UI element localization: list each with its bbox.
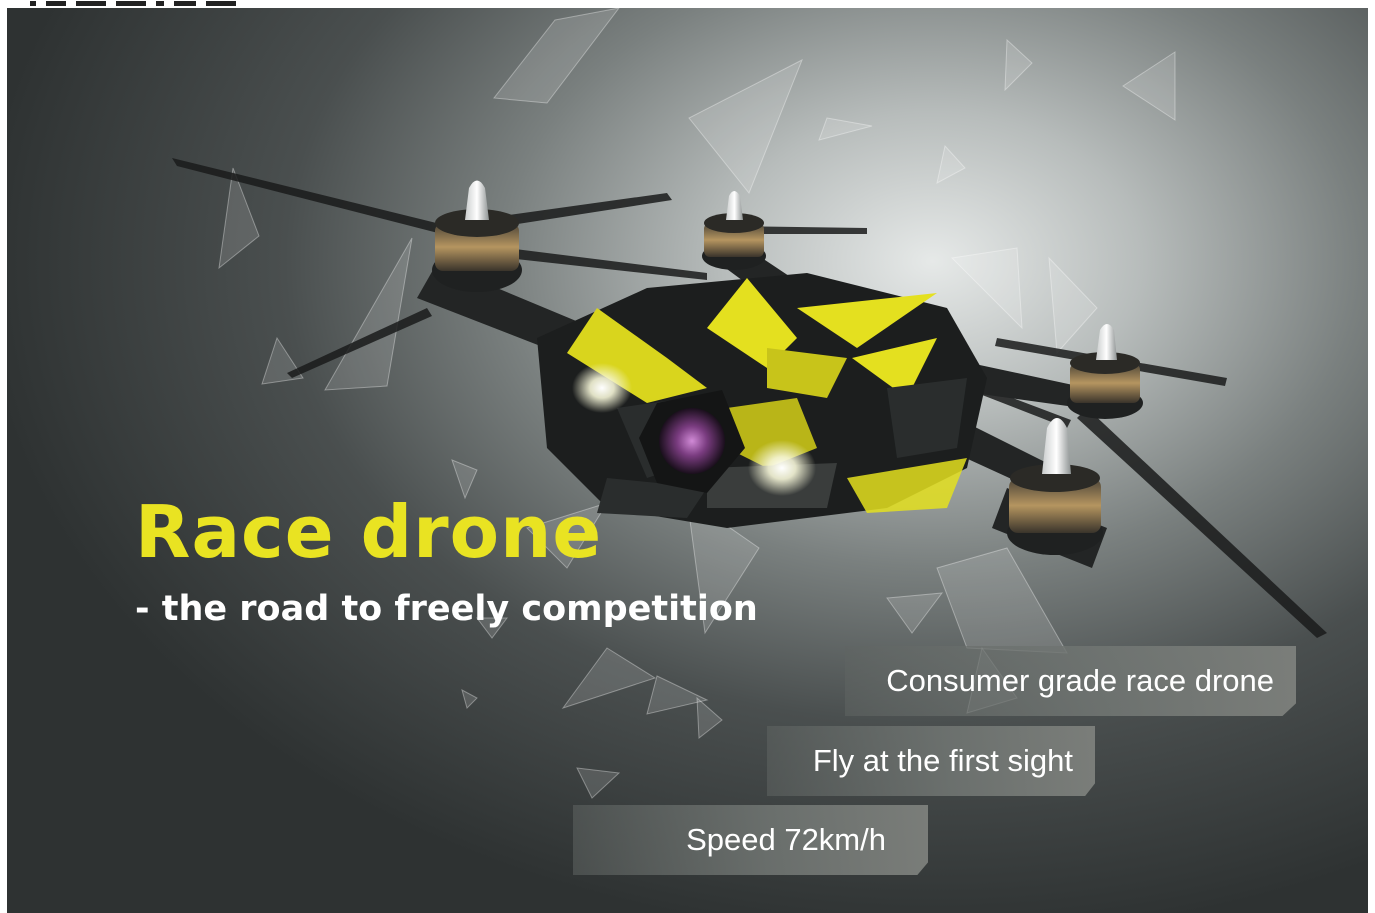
camera-lens-icon: [659, 408, 725, 474]
drone-body: [537, 273, 987, 528]
motor-back-right: [1067, 324, 1143, 419]
motor-front-right: [1007, 418, 1103, 555]
motor-front-left: [432, 180, 522, 292]
drone-banner: Race drone - the road to freely competit…: [7, 8, 1368, 913]
headline-title: Race drone: [135, 490, 603, 574]
feature-tag-consumer-grade: Consumer grade race drone: [845, 646, 1296, 716]
motor-back-left: [702, 191, 766, 270]
headline-subtitle: - the road to freely competition: [135, 589, 758, 629]
feature-tag-first-sight: Fly at the first sight: [767, 726, 1095, 796]
drone-illustration: [172, 8, 1327, 799]
top-caption-glyphs: [30, 0, 236, 6]
feature-tag-speed: Speed 72km/h: [573, 805, 928, 875]
